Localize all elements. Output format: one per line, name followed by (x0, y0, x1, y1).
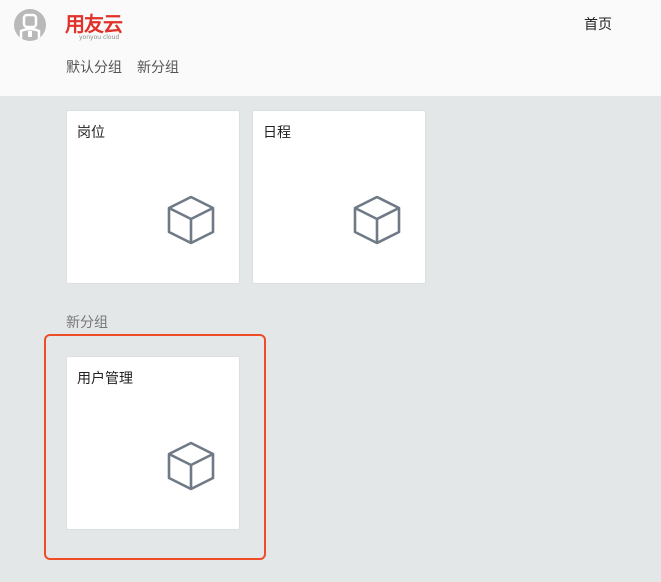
logo-subtext: yonyou cloud (79, 34, 120, 41)
yonyou-cloud-logo[interactable]: 用友云 yonyou cloud (65, 12, 127, 44)
app-tile-schedule[interactable]: 日程 (252, 110, 426, 284)
cube-icon (167, 441, 215, 491)
app-tile-position[interactable]: 岗位 (66, 110, 240, 284)
group-tabs: 默认分组 新分组 (66, 58, 194, 78)
app-tile-user-management[interactable]: 用户管理 (66, 356, 240, 530)
cube-icon (353, 195, 401, 245)
tile-label: 岗位 (77, 125, 105, 141)
cube-icon (167, 195, 215, 245)
top-header: 用友云 yonyou cloud 首页 默认分组 新分组 (0, 0, 661, 96)
logo-text: 用友云 (65, 12, 123, 36)
user-avatar[interactable] (14, 9, 46, 41)
home-link[interactable]: 首页 (584, 15, 612, 35)
tile-label: 用户管理 (77, 371, 133, 387)
group-heading-new: 新分组 (66, 315, 108, 331)
tab-default-group[interactable]: 默认分组 (66, 58, 122, 78)
user-icon (19, 13, 41, 39)
tile-label: 日程 (263, 125, 291, 141)
tab-new-group[interactable]: 新分组 (137, 58, 179, 78)
